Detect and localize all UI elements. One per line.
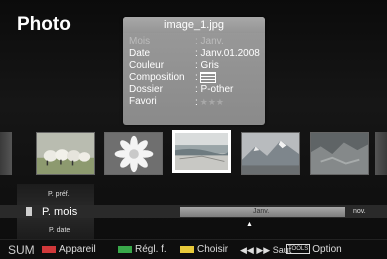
thumbnail-strip <box>0 128 387 180</box>
info-label: Composition <box>129 72 185 83</box>
info-row-couleur: Couleur : Gris <box>129 60 261 72</box>
thumbnail-flower[interactable] <box>104 132 163 175</box>
page-title: Photo <box>17 14 71 35</box>
thumbnail-mountain[interactable] <box>241 132 300 175</box>
green-button-label: Régl. f. <box>135 244 167 255</box>
month-current-label: Janv. <box>253 208 270 215</box>
category-next[interactable]: P. date <box>49 227 70 234</box>
info-row-mois: Mois : Janv. <box>129 36 261 48</box>
yellow-button-label: Choisir <box>197 244 229 255</box>
red-button-icon <box>42 245 56 253</box>
jump-hint[interactable]: ◀◀ ▶▶ Saut <box>240 240 291 259</box>
info-row-composition: Composition : <box>129 72 261 84</box>
thumbnail-rocks[interactable] <box>310 132 369 175</box>
popup-filename: image_1.jpg <box>123 17 265 33</box>
info-label: Couleur <box>129 60 165 71</box>
favori-colon: : <box>195 97 198 108</box>
red-button-hint[interactable]: Appareil <box>42 240 96 259</box>
info-value: : Janv. <box>195 36 224 47</box>
info-label: Mois <box>129 36 151 47</box>
info-label: Dossier <box>129 84 163 95</box>
composition-colon: : <box>195 72 198 84</box>
info-label: Favori <box>129 96 157 107</box>
category-current[interactable]: P. mois <box>42 206 77 218</box>
current-category-indicator <box>26 207 32 216</box>
info-value: : Janv.01.2008 <box>195 48 260 59</box>
info-value: : ★★★ <box>195 96 224 109</box>
category-prev[interactable]: P. préf. <box>48 191 70 198</box>
info-row-date: Date : Janv.01.2008 <box>129 48 261 60</box>
green-button-icon <box>118 245 132 253</box>
info-row-dossier: Dossier : P-other <box>129 84 261 96</box>
tools-hint[interactable]: TOOLS Option <box>286 240 342 259</box>
photo-browser-screen: Photo image_1.jpg Mois : Janv. Date : Ja… <box>0 0 387 259</box>
status-bar: SUM Appareil Régl. f. Choisir ◀◀ ▶▶ Saut… <box>0 239 387 259</box>
green-button-hint[interactable]: Régl. f. <box>118 240 167 259</box>
thumbnail-partial-right[interactable] <box>375 132 387 175</box>
tools-label: Option <box>312 244 342 255</box>
position-marker-icon: ▲ <box>246 221 253 228</box>
info-rows: Mois : Janv. Date : Janv.01.2008 Couleur… <box>129 36 261 108</box>
info-popup: image_1.jpg Mois : Janv. Date : Janv.01.… <box>123 17 265 125</box>
month-next-label[interactable]: nov. <box>353 207 366 217</box>
info-label: Date <box>129 48 151 59</box>
thumbnail-partial-left[interactable] <box>0 132 12 175</box>
red-button-label: Appareil <box>59 244 96 255</box>
info-row-favori: Favori : ★★★ <box>129 96 261 108</box>
rewind-forward-icon: ◀◀ ▶▶ <box>240 245 271 255</box>
composition-grid-icon <box>199 72 216 83</box>
yellow-button-hint[interactable]: Choisir <box>180 240 228 259</box>
thumbnail-beach-selected[interactable] <box>172 130 231 173</box>
favorite-stars-icon: ★★★ <box>199 97 224 107</box>
sum-label: SUM <box>8 243 35 257</box>
tools-badge-icon: TOOLS <box>286 244 311 255</box>
thumbnail-sheep[interactable] <box>36 132 95 175</box>
yellow-button-icon <box>180 245 194 253</box>
info-value: : P-other <box>195 84 234 95</box>
info-value: : Gris <box>195 60 219 71</box>
info-value: : <box>195 72 216 84</box>
